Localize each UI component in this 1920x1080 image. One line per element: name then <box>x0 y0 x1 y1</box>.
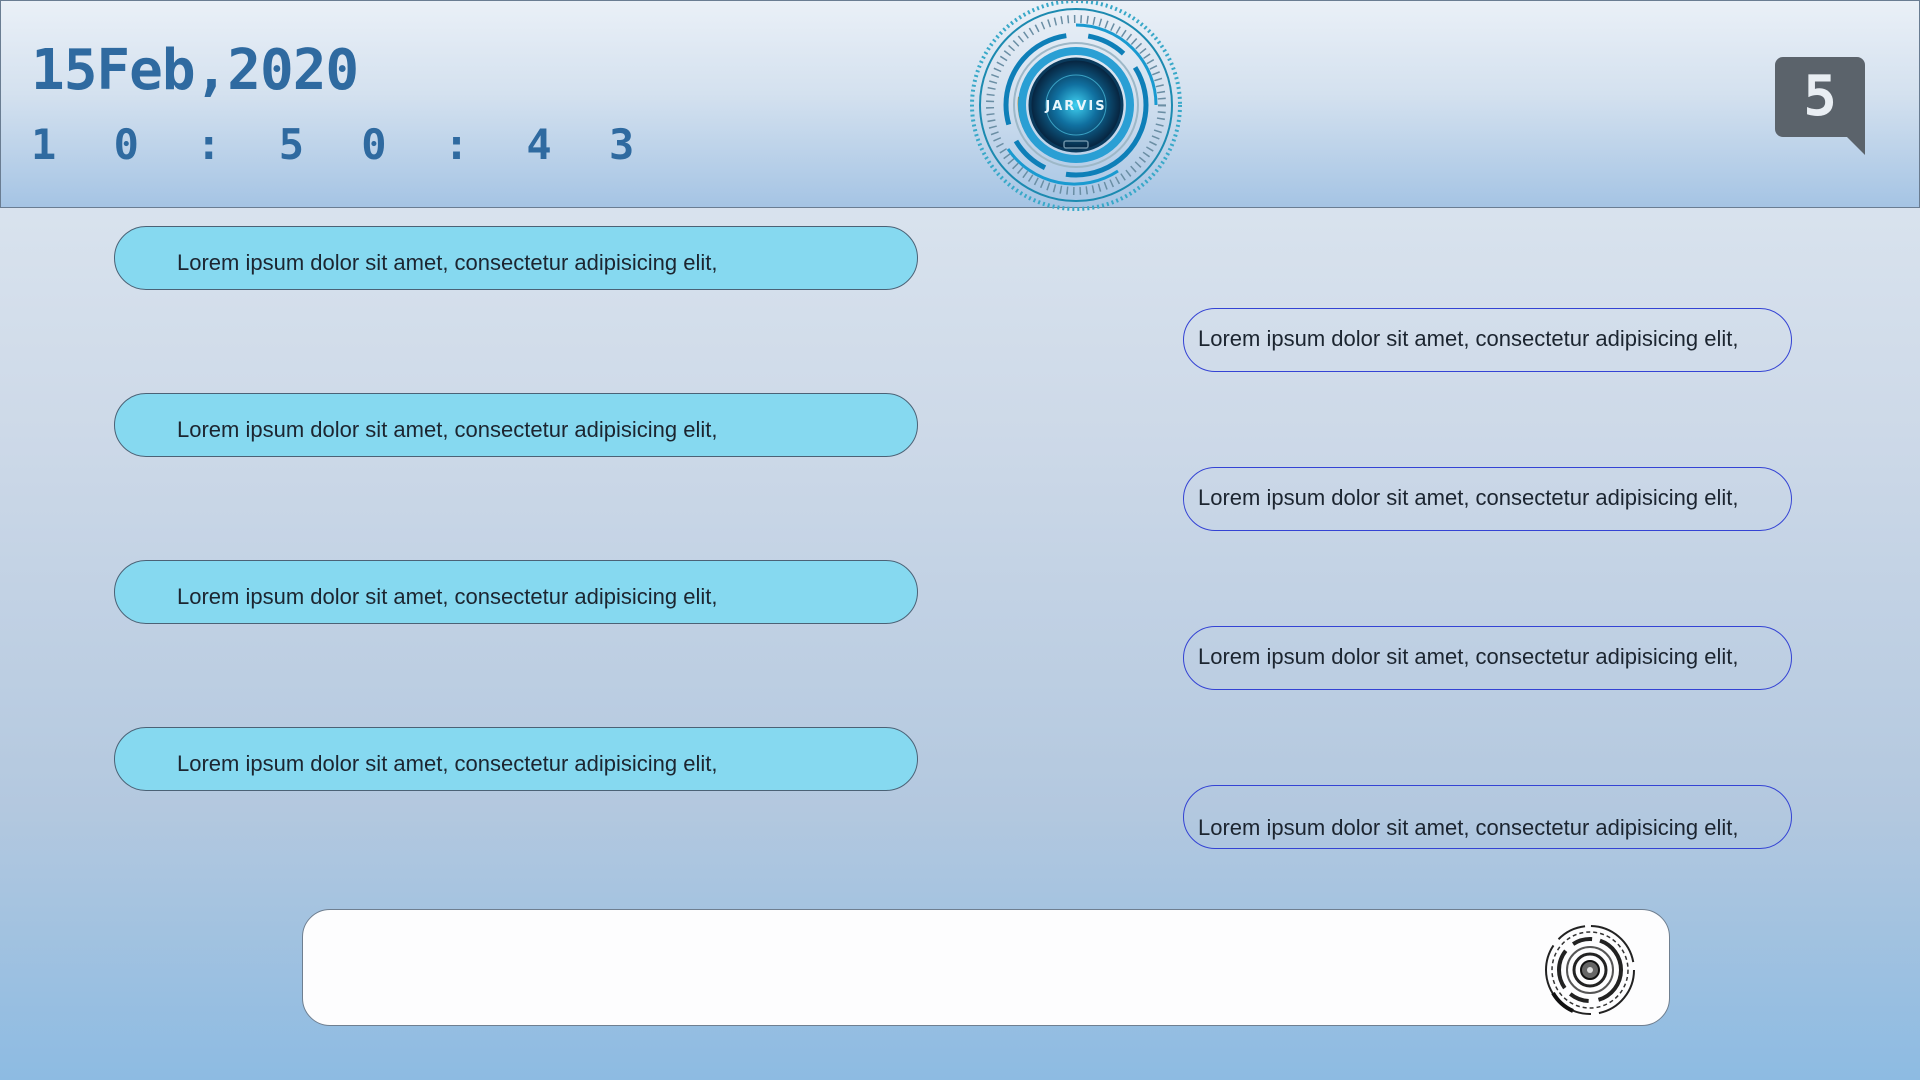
jarvis-logo: JARVIS <box>970 1 1182 211</box>
message-input-box <box>302 909 1670 1026</box>
assistant-message: Lorem ipsum dolor sit amet, consectetur … <box>1183 467 1792 531</box>
logo-text: JARVIS <box>1044 99 1106 114</box>
user-message: Lorem ipsum dolor sit amet, consectetur … <box>114 727 918 791</box>
assistant-message: Lorem ipsum dolor sit amet, consectetur … <box>1183 785 1792 849</box>
user-message: Lorem ipsum dolor sit amet, consectetur … <box>114 560 918 624</box>
assistant-message: Lorem ipsum dolor sit amet, consectetur … <box>1183 626 1792 690</box>
message-input[interactable] <box>333 940 1517 998</box>
user-message: Lorem ipsum dolor sit amet, consectetur … <box>114 393 918 457</box>
top-header: 15Feb,2020 1 0 : 5 0 : 4 3 JARVIS 5 <box>0 0 1920 211</box>
time-display: 1 0 : 5 0 : 4 3 <box>31 120 651 169</box>
mic-target-icon[interactable] <box>1543 923 1637 1017</box>
assistant-message: Lorem ipsum dolor sit amet, consectetur … <box>1183 308 1792 372</box>
notification-badge[interactable]: 5 <box>1775 57 1865 155</box>
date-display: 15Feb,2020 <box>31 38 359 103</box>
badge-count: 5 <box>1803 64 1837 129</box>
user-message: Lorem ipsum dolor sit amet, consectetur … <box>114 226 918 290</box>
